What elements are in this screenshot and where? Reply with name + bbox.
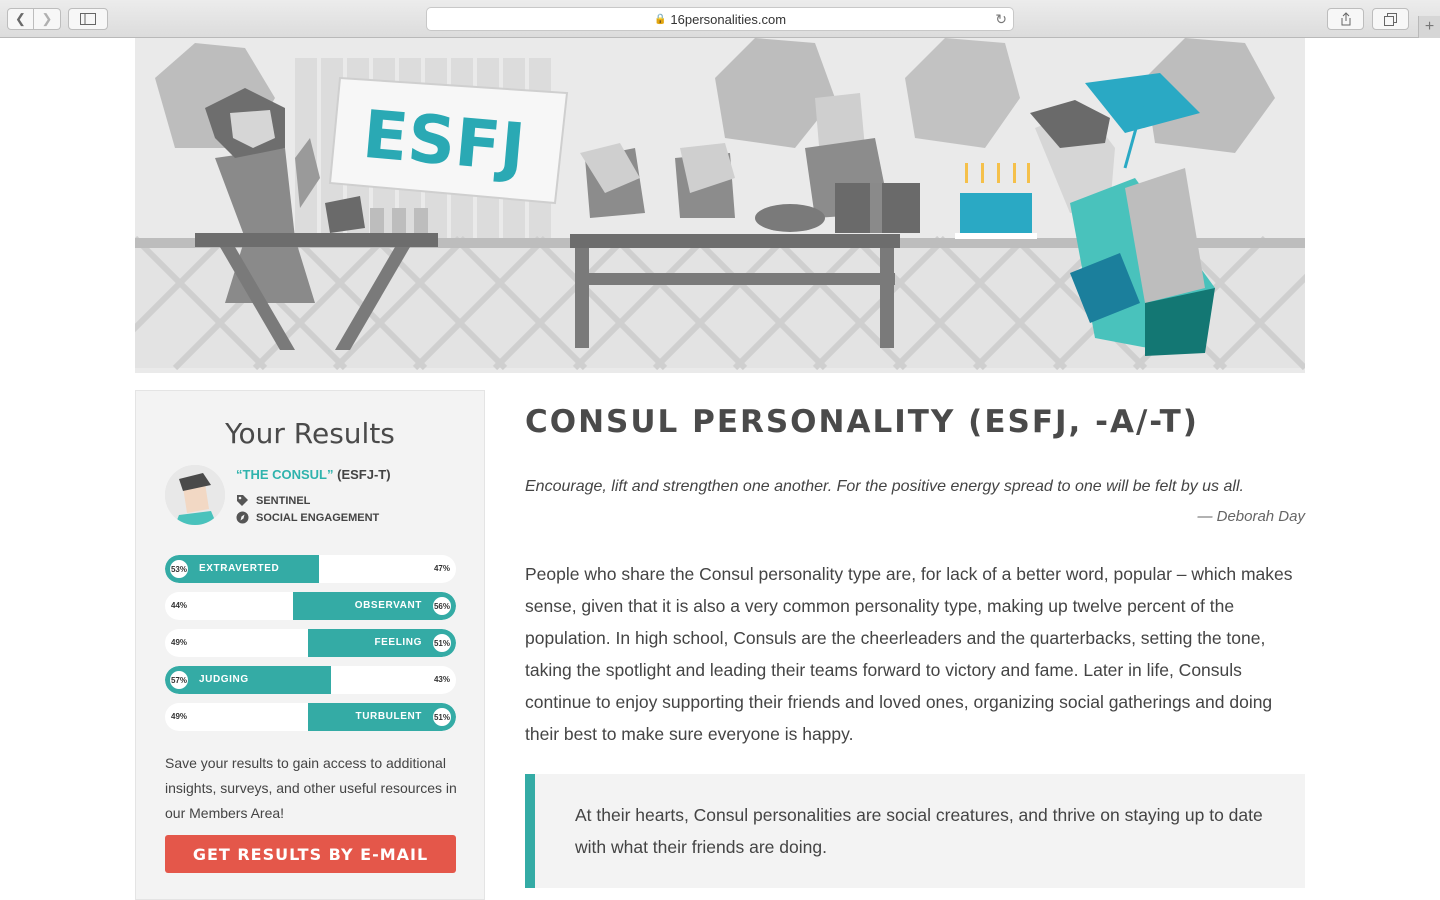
type-nickname: “THE CONSUL” (236, 467, 334, 482)
callout-text: At their hearts, Consul personalities ar… (575, 805, 1263, 857)
party-scene-illustration: ESFJ (135, 38, 1305, 371)
trait-label: JUDGING (199, 674, 249, 685)
tab-overview-button[interactable] (1372, 8, 1409, 30)
results-heading: Your Results (225, 417, 395, 450)
trait-opposite-percent: 44% (171, 601, 188, 610)
role-label: SENTINEL (256, 494, 311, 507)
intro-paragraph: People who share the Consul personality … (525, 564, 1293, 744)
tabs-icon (1384, 12, 1397, 26)
browser-toolbar: ❮ ❯ 🔒 16personalities.com ↻ + (0, 0, 1440, 38)
share-button[interactable] (1327, 8, 1364, 30)
trait-opposite-percent: 43% (433, 675, 450, 684)
quote-text: Encourage, lift and strengthen one anoth… (525, 478, 1244, 495)
quote-author: — Deborah Day (1197, 508, 1305, 525)
esfj-banner-text: ESFJ (360, 96, 528, 187)
trait-dominant-percent: 51% (431, 632, 453, 654)
avatar (165, 465, 225, 525)
trait-dominant-percent: 56% (431, 595, 453, 617)
trait-bar-feeling: FEELING 51% 49% (165, 629, 456, 657)
plus-icon: + (1424, 18, 1435, 35)
trait-bar-turbulent: TURBULENT 51% 49% (165, 703, 456, 731)
callout-block: At their hearts, Consul personalities ar… (525, 774, 1305, 888)
nav-buttons: ❮ ❯ (7, 8, 61, 30)
role-row: SENTINEL (236, 494, 310, 507)
address-bar[interactable]: 🔒 16personalities.com ↻ (426, 7, 1014, 31)
results-card: Your Results “THE CONSUL” (ESFJ-T) SENTI… (135, 390, 485, 900)
trait-label: TURBULENT (355, 711, 422, 722)
sidebar-toggle-button[interactable] (68, 8, 108, 30)
forward-button[interactable]: ❯ (34, 8, 61, 30)
trait-opposite-percent: 49% (171, 712, 188, 721)
trait-dominant-percent: 51% (431, 706, 453, 728)
personality-type-name: “THE CONSUL” (ESFJ-T) (236, 467, 391, 482)
trait-opposite-percent: 49% (171, 638, 188, 647)
sidebar-icon (80, 13, 96, 25)
consul-avatar-image (165, 465, 225, 525)
trait-label: EXTRAVERTED (199, 563, 280, 574)
trait-dominant-percent: 57% (168, 669, 190, 691)
compass-icon (236, 511, 249, 524)
back-button[interactable]: ❮ (7, 8, 34, 30)
share-icon (1341, 12, 1350, 26)
trait-label: FEELING (374, 637, 422, 648)
page-title: CONSUL PERSONALITY (ESFJ, -A/-T) (525, 404, 1199, 440)
hero-illustration: ESFJ (135, 38, 1305, 373)
trait-bar-observant: OBSERVANT 56% 44% (165, 592, 456, 620)
strategy-label: SOCIAL ENGAGEMENT (256, 511, 380, 524)
get-results-email-button[interactable]: GET RESULTS BY E-MAIL (165, 835, 456, 873)
type-code: (ESFJ-T) (337, 467, 391, 482)
trait-opposite-percent: 47% (433, 564, 450, 573)
save-results-text: Save your results to gain access to addi… (165, 755, 457, 821)
reload-icon[interactable]: ↻ (995, 11, 1007, 28)
url-text: 16personalities.com (670, 11, 787, 27)
trait-bar-judging: JUDGING 57% 43% (165, 666, 456, 694)
chevron-right-icon: ❯ (41, 11, 53, 26)
new-tab-button[interactable]: + (1418, 16, 1440, 38)
strategy-row: SOCIAL ENGAGEMENT (236, 511, 379, 524)
lock-icon: 🔒 (653, 13, 667, 25)
tag-icon (236, 494, 249, 507)
chevron-left-icon: ❮ (15, 11, 26, 26)
trait-dominant-percent: 53% (168, 558, 190, 580)
trait-bar-extraverted: EXTRAVERTED 53% 47% (165, 555, 456, 583)
trait-label: OBSERVANT (354, 600, 422, 611)
